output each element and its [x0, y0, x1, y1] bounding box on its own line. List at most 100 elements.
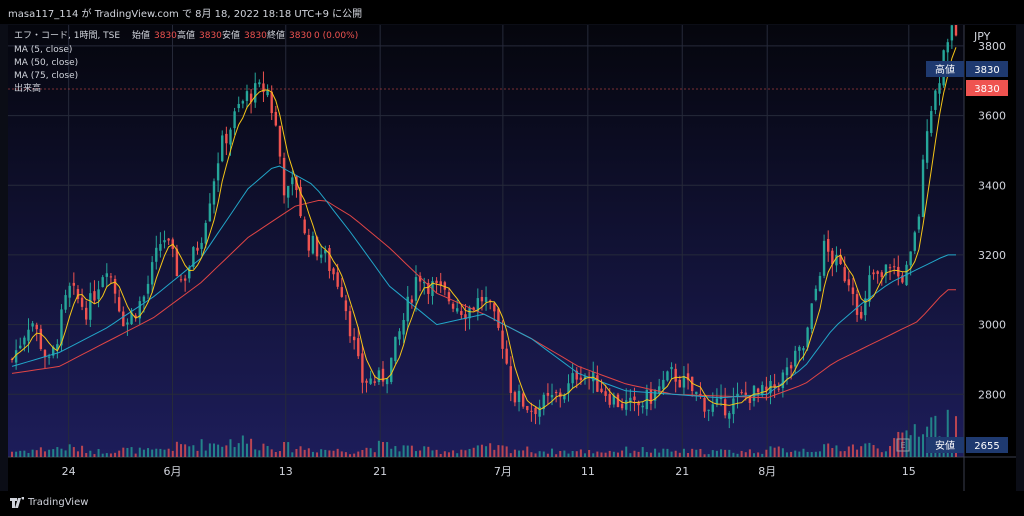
candle-body — [781, 372, 785, 389]
volume-bar — [917, 436, 920, 457]
candle-body — [196, 247, 199, 251]
volume-bar — [678, 452, 681, 457]
volume-bar — [468, 448, 471, 457]
candle-body — [579, 377, 583, 381]
low-tag-value: 2655 — [974, 441, 999, 452]
published-header: masa117_114 が TradingView.com で 8月 18, 2… — [0, 0, 1024, 24]
candle-body — [657, 386, 661, 394]
candle-body — [484, 297, 488, 303]
candle-body — [216, 163, 220, 181]
footer-brand: TradingView — [28, 497, 89, 508]
volume-bar — [592, 453, 595, 457]
legend-ma75[interactable]: MA (75, close) — [14, 71, 78, 81]
candle-body — [521, 393, 525, 407]
legend-ma50[interactable]: MA (50, close) — [14, 58, 78, 68]
volume-bar — [353, 453, 356, 457]
volume-bar — [171, 450, 174, 457]
volume-bar — [85, 453, 88, 457]
candle-body — [670, 366, 673, 370]
legend-high-value: 3830 — [199, 31, 222, 41]
candle-body — [592, 371, 595, 382]
candle-body — [282, 157, 286, 196]
legend-volume[interactable]: 出来高 — [14, 82, 41, 94]
volume-bar — [740, 450, 743, 457]
volume-bar — [703, 454, 706, 457]
candle-body — [810, 303, 813, 330]
volume-bar — [328, 450, 331, 457]
volume-bar — [357, 451, 360, 457]
legend-ma5[interactable]: MA (5, close) — [14, 45, 72, 55]
candle-body — [23, 337, 26, 345]
volume-bar — [707, 454, 710, 457]
volume-bar — [373, 452, 376, 457]
candle-body — [35, 324, 38, 330]
volume-bar — [555, 454, 558, 457]
volume-bar — [394, 446, 397, 457]
volume-bar — [159, 448, 162, 457]
volume-bar — [278, 451, 281, 457]
volume-bar — [563, 450, 566, 457]
price-tick-label: 3000 — [978, 319, 1006, 332]
volume-bar — [851, 444, 854, 457]
volume-bar — [868, 442, 871, 457]
candle-body — [505, 348, 508, 364]
volume-bar — [196, 450, 199, 457]
volume-bar — [147, 448, 150, 457]
volume-bar — [431, 450, 434, 457]
volume-bar — [732, 452, 735, 457]
volume-bar — [163, 449, 166, 457]
candle-body — [89, 293, 92, 320]
candle-body — [340, 287, 343, 297]
volume-bar — [31, 449, 34, 457]
volume-bar — [204, 450, 207, 457]
volume-bar — [105, 453, 108, 457]
volume-bar — [909, 435, 912, 457]
candle-body — [921, 159, 925, 218]
candle-body — [925, 131, 929, 163]
volume-bar — [633, 450, 636, 457]
candle-body — [534, 407, 537, 415]
candle-body — [39, 328, 43, 350]
volume-bar — [559, 450, 562, 457]
price-tick-label: 3400 — [978, 179, 1006, 192]
volume-bar — [876, 448, 879, 457]
candle-body — [167, 238, 170, 241]
legend-close-value: 3830 — [289, 31, 312, 41]
candle-body — [897, 266, 900, 277]
volume-bar — [225, 445, 228, 457]
volume-bar — [307, 448, 310, 457]
volume-bar — [382, 441, 385, 457]
candle-body — [307, 234, 311, 251]
volume-bar — [398, 451, 401, 457]
candle-body — [938, 83, 941, 94]
volume-bar — [134, 453, 137, 457]
candle-body — [146, 283, 150, 294]
volume-bar — [291, 452, 294, 457]
candle-body — [212, 181, 216, 205]
volume-bar — [456, 453, 459, 457]
candle-body — [950, 25, 954, 41]
candle-body — [843, 267, 846, 282]
candle-body — [909, 251, 912, 266]
candle-body — [501, 330, 504, 349]
volume-bar — [608, 450, 611, 457]
volume-bar — [567, 453, 570, 457]
candle-body — [695, 391, 698, 395]
volume-bar — [217, 444, 220, 457]
candle-body — [715, 398, 719, 405]
volume-bar — [575, 451, 578, 457]
volume-bar — [155, 448, 158, 457]
volume-bar — [513, 449, 516, 457]
volume-bar — [748, 449, 751, 457]
candle-body — [711, 404, 714, 412]
price-chart[interactable]: 280030003200340036003800 24 6月 13 21 7月 11 21 8… — [8, 25, 1016, 491]
candle-body — [513, 392, 517, 403]
candle-body — [538, 406, 541, 417]
volume-bar — [571, 450, 574, 457]
volume-bar — [332, 450, 335, 457]
candle-body — [530, 410, 533, 412]
volume-bar — [913, 424, 916, 457]
legend-open-label: 始値 — [132, 29, 150, 41]
volume-bar — [922, 434, 925, 457]
volume-bar — [406, 445, 409, 457]
